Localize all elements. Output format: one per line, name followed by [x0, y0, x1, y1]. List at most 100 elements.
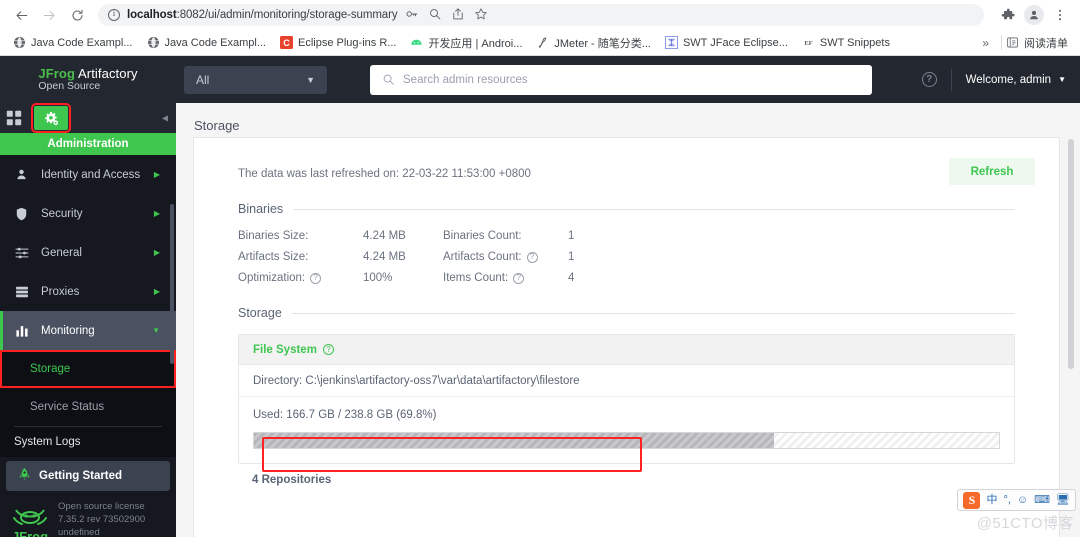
ime-emoji-icon[interactable]: ☺ [1017, 494, 1028, 506]
header-divider [950, 68, 952, 91]
chevron-right-icon: ▶ [153, 248, 160, 257]
sidebar-item-security[interactable]: Security ▶ [0, 194, 176, 233]
ime-toolbar[interactable]: S 中 °, ☺ ⌨ 🖥 [957, 489, 1076, 511]
search-input[interactable]: Search admin resources [370, 64, 872, 95]
reading-list-label: 阅读清单 [1024, 37, 1068, 50]
bookmark-item[interactable]: 开发应用 | Androi... [403, 33, 529, 53]
browser-chrome: localhost:8082/ui/admin/monitoring/stora… [0, 0, 1080, 56]
ime-keyboard-icon[interactable]: ⌨ [1034, 494, 1050, 506]
forward-arrow-icon[interactable] [36, 2, 62, 28]
key-icon[interactable] [405, 7, 419, 23]
bookmark-item[interactable]: EF SWT Snippets [795, 34, 897, 51]
sidebar-item-system-logs[interactable]: System Logs [0, 427, 176, 457]
refresh-button[interactable]: Refresh [949, 158, 1035, 185]
help-circle-icon[interactable]: ? [513, 272, 525, 284]
android-icon [411, 39, 423, 45]
sogou-logo-icon[interactable]: S [963, 491, 981, 509]
sidebar-item-label: Security [41, 207, 83, 220]
chevron-down-icon: ▼ [1058, 75, 1066, 84]
help-circle-icon[interactable]: ? [526, 251, 538, 263]
sidebar-item-label: Proxies [41, 285, 80, 298]
url-text: localhost:8082/ui/admin/monitoring/stora… [127, 9, 398, 21]
file-system-label: File System [253, 343, 317, 356]
sidebar-scrollbar[interactable] [170, 204, 174, 364]
extensions-puzzle-icon[interactable] [996, 3, 1020, 27]
stat-label-text: Artifacts Size: [238, 251, 309, 263]
globe-icon [147, 36, 159, 49]
ime-punctuation[interactable]: °, [1003, 494, 1010, 506]
storage-usage-bar-fill [254, 433, 774, 448]
bookmark-item[interactable]: Java Code Exampl... [6, 34, 140, 51]
sidebar-sub-list: Storage Service Status System Logs [0, 350, 176, 457]
sidebar-item-label: Monitoring [41, 324, 95, 337]
sidebar-item-service-status[interactable]: Service Status [0, 388, 176, 426]
brand-block[interactable]: JFrog Artifactory Open Source [0, 56, 176, 103]
bookmark-item[interactable]: Java Code Exampl... [140, 34, 274, 51]
stat-label-text: Optimization: [238, 272, 306, 284]
help-circle-icon[interactable]: ? [322, 344, 334, 355]
file-system-header: File System ? [239, 335, 1014, 365]
main-scrollbar[interactable] [1068, 139, 1074, 369]
bookmark-item[interactable]: C Eclipse Plug-ins R... [273, 34, 403, 51]
repositories-count: 4 Repositories [252, 474, 332, 486]
sidebar-icon-row: ◀ [0, 103, 176, 133]
svg-text:JFrog: JFrog [12, 529, 48, 537]
sidebar-item-proxies[interactable]: Proxies ▶ [0, 272, 176, 311]
license-line-2: 7.35.2 rev 73502900 [58, 513, 146, 525]
help-circle-icon[interactable]: ? [310, 272, 322, 284]
storage-card-inner: Refresh The data was last refreshed on: … [194, 138, 1059, 486]
sidebar-section-title: Administration [0, 133, 176, 155]
stat-label: Binaries Size: [238, 230, 363, 242]
bookmarks-overflow-button[interactable]: » [974, 36, 997, 50]
app-header-right: ? Welcome, admin ▼ [921, 68, 1066, 91]
user-menu[interactable]: Welcome, admin ▼ [966, 74, 1066, 86]
server-icon [14, 285, 29, 299]
sidebar-item-general[interactable]: General ▶ [0, 233, 176, 272]
share-icon[interactable] [451, 7, 465, 23]
stat-label: Items Count:? [443, 272, 568, 284]
sidebar-item-label: General [41, 246, 82, 259]
binaries-section-header: Binaries [238, 202, 1015, 216]
back-arrow-icon[interactable] [8, 2, 34, 28]
sidebar-item-storage[interactable]: Storage [0, 350, 176, 388]
help-circle-icon[interactable]: ? [921, 72, 937, 87]
bookmark-label: Eclipse Plug-ins R... [298, 36, 397, 49]
collapse-left-icon[interactable]: ◀ [162, 114, 168, 123]
omnibox-icons [405, 7, 490, 23]
zoom-icon[interactable] [428, 7, 442, 23]
storage-section-label: Storage [238, 306, 282, 320]
app-header: All ▼ Search admin resources ? Welcome, … [176, 56, 1080, 103]
bookmarks-divider [1001, 35, 1002, 50]
reload-icon[interactable] [64, 2, 90, 28]
file-system-panel: File System ? Directory: C:\jenkins\arti… [238, 334, 1015, 464]
brand-edition: Open Source [38, 80, 101, 93]
sidebar-item-identity-and-access[interactable]: Identity and Access ▶ [0, 155, 176, 194]
getting-started-button[interactable]: Getting Started [6, 461, 170, 491]
bookmark-star-icon[interactable] [474, 7, 488, 23]
bookmarks-bar: Java Code Exampl... Java Code Exampl... … [0, 30, 1080, 55]
stat-value: 4.24 MB [363, 230, 406, 242]
ime-mode-chinese[interactable]: 中 [986, 494, 997, 506]
more-menu-icon[interactable] [1048, 3, 1072, 27]
letter-c-icon: C [280, 36, 293, 49]
stat-value: 100% [363, 272, 393, 284]
globe-icon [13, 36, 26, 49]
gear-icon[interactable] [31, 103, 71, 133]
bookmark-item[interactable]: JMeter - 随笔分类... [529, 33, 658, 53]
bookmark-item[interactable]: SWT JFace Eclipse... [658, 34, 795, 51]
scope-select-value: All [196, 72, 210, 87]
scope-select[interactable]: All ▼ [184, 65, 327, 94]
profile-avatar-icon[interactable] [1024, 5, 1044, 25]
ime-toolbox-icon[interactable]: 🖥 [1056, 494, 1070, 506]
last-refreshed-text: The data was last refreshed on: 22-03-22… [238, 168, 531, 180]
sidebar-item-label: Identity and Access [41, 168, 141, 181]
app-grid-icon[interactable] [6, 110, 22, 126]
ef-icon: EF [804, 40, 812, 47]
brand-jfrog: JFrog [38, 65, 75, 81]
site-info-icon[interactable] [108, 8, 120, 21]
address-bar[interactable]: localhost:8082/ui/admin/monitoring/stora… [98, 4, 984, 26]
reading-list-button[interactable]: 阅读清单 [1006, 35, 1074, 51]
person-icon [14, 168, 29, 181]
sidebar-item-monitoring[interactable]: Monitoring ▼ [0, 311, 176, 350]
chevron-down-icon: ▼ [152, 326, 160, 335]
